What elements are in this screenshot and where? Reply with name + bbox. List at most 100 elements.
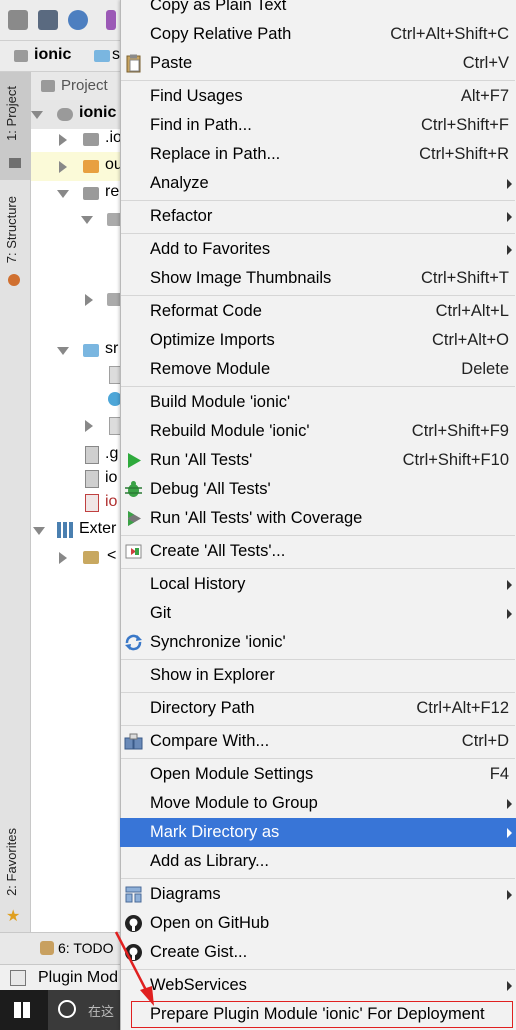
menu-item-label: Build Module 'ionic' <box>150 393 291 411</box>
menu-separator <box>121 725 515 726</box>
menu-item-shortcut: Ctrl+Alt+F12 <box>416 699 509 717</box>
project-tab-label[interactable]: Project <box>61 77 108 94</box>
folder-icon[interactable] <box>8 10 28 30</box>
menu-item-label: Diagrams <box>150 885 221 903</box>
expand-arrow-icon[interactable] <box>33 527 45 535</box>
menu-item-git[interactable]: Git <box>120 599 516 628</box>
menu-separator <box>121 758 515 759</box>
collapse-arrow-icon[interactable] <box>59 552 67 564</box>
menu-item-copy-as-plain-text[interactable]: Copy as Plain Text <box>120 0 516 20</box>
plugin-status-text: Plugin Mod <box>38 969 119 986</box>
menu-item-create-all-tests[interactable]: Create 'All Tests'... <box>120 537 516 566</box>
collapse-arrow-icon[interactable] <box>85 294 93 306</box>
menu-item-debug-all-tests[interactable]: Debug 'All Tests' <box>120 475 516 504</box>
menu-item-find-in-path[interactable]: Find in Path... Ctrl+Shift+F <box>120 111 516 140</box>
menu-item-move-module-to-group[interactable]: Move Module to Group <box>120 789 516 818</box>
sync-icon <box>124 633 143 652</box>
toolbar-partial-icon[interactable] <box>106 10 116 30</box>
menu-item-label: Copy as Plain Text <box>150 0 287 14</box>
folder-icon <box>83 160 99 173</box>
tab-structure[interactable]: 7: Structure <box>4 196 19 263</box>
menu-item-optimize-imports[interactable]: Optimize Imports Ctrl+Alt+O <box>120 326 516 355</box>
menu-item-rebuild-module[interactable]: Rebuild Module 'ionic' Ctrl+Shift+F9 <box>120 417 516 446</box>
menu-separator <box>121 386 515 387</box>
save-icon[interactable] <box>38 10 58 30</box>
expand-arrow-icon[interactable] <box>31 111 43 119</box>
sync-icon[interactable] <box>68 10 88 30</box>
menu-item-copy-relative-path[interactable]: Copy Relative Path Ctrl+Alt+Shift+C <box>120 20 516 49</box>
expand-arrow-icon[interactable] <box>57 190 69 198</box>
menu-separator <box>121 295 515 296</box>
menu-item-diagrams[interactable]: Diagrams <box>120 880 516 909</box>
menu-item-add-as-library[interactable]: Add as Library... <box>120 847 516 876</box>
menu-item-replace-in-path[interactable]: Replace in Path... Ctrl+Shift+R <box>120 140 516 169</box>
menu-item-build-module[interactable]: Build Module 'ionic' <box>120 388 516 417</box>
menu-item-reformat-code[interactable]: Reformat Code Ctrl+Alt+L <box>120 297 516 326</box>
run-icon <box>124 451 143 470</box>
menu-item-create-gist[interactable]: Create Gist... <box>120 938 516 967</box>
tab-todo[interactable]: 6: TODO <box>58 940 114 956</box>
file-icon <box>85 470 99 488</box>
menu-item-show-image-thumbnails[interactable]: Show Image Thumbnails Ctrl+Shift+T <box>120 264 516 293</box>
menu-item-open-on-github[interactable]: Open on GitHub <box>120 909 516 938</box>
menu-item-label: Remove Module <box>150 360 271 378</box>
menu-item-shortcut: Ctrl+Shift+F <box>420 116 509 134</box>
menu-item-refactor[interactable]: Refactor <box>120 202 516 231</box>
menu-item-label: Git <box>150 604 172 622</box>
menu-item-shortcut: Ctrl+Alt+L <box>435 302 509 320</box>
expand-arrow-icon[interactable] <box>81 216 93 224</box>
menu-item-find-usages[interactable]: Find Usages Alt+F7 <box>120 82 516 111</box>
menu-item-analyze[interactable]: Analyze <box>120 169 516 198</box>
collapse-arrow-icon[interactable] <box>59 134 67 146</box>
menu-item-label: Paste <box>150 54 193 72</box>
folder-icon <box>83 187 99 200</box>
menu-item-label: Create Gist... <box>150 943 248 961</box>
menu-item-run-all-tests[interactable]: Run 'All Tests' Ctrl+Shift+F10 <box>120 446 516 475</box>
menu-item-directory-path[interactable]: Directory Path Ctrl+Alt+F12 <box>120 694 516 723</box>
compare-icon <box>124 732 143 751</box>
menu-item-mark-directory-as[interactable]: Mark Directory as <box>120 818 516 847</box>
structure-icon <box>8 274 20 286</box>
menu-item-shortcut: Ctrl+Shift+R <box>419 145 509 163</box>
expand-arrow-icon[interactable] <box>57 347 69 355</box>
collapse-arrow-icon[interactable] <box>59 161 67 173</box>
submenu-arrow-icon <box>507 580 512 590</box>
submenu-arrow-icon <box>507 212 512 222</box>
menu-item-remove-module[interactable]: Remove Module Delete <box>120 355 516 384</box>
menu-item-compare-with[interactable]: Compare With... Ctrl+D <box>120 727 516 756</box>
star-icon: ★ <box>6 908 21 925</box>
tree-row[interactable] <box>31 205 123 234</box>
tree-row[interactable]: Exter <box>31 516 121 545</box>
tree-row[interactable]: < <box>31 543 121 572</box>
menu-item-label: Reformat Code <box>150 302 262 320</box>
breadcrumb-next[interactable]: s <box>112 46 120 64</box>
menu-item-label: WebServices <box>150 976 247 994</box>
breadcrumb-root[interactable]: ionic <box>34 46 71 64</box>
menu-item-synchronize[interactable]: Synchronize 'ionic' <box>120 628 516 657</box>
tree-row[interactable] <box>31 285 123 314</box>
menu-item-webservices[interactable]: WebServices <box>120 971 516 1000</box>
tab-project[interactable]: 1: Project <box>4 86 19 141</box>
menu-separator <box>121 568 515 569</box>
menu-item-label: Replace in Path... <box>150 145 281 163</box>
menu-item-add-to-favorites[interactable]: Add to Favorites <box>120 235 516 264</box>
tree-row[interactable]: io <box>31 489 121 518</box>
menu-item-paste[interactable]: Paste Ctrl+V <box>120 49 516 78</box>
tree-row[interactable]: ou <box>31 152 123 181</box>
menu-item-open-module-settings[interactable]: Open Module Settings F4 <box>120 760 516 789</box>
tree-row[interactable]: .io <box>31 125 122 154</box>
menu-separator <box>121 878 515 879</box>
menu-item-shortcut: Ctrl+Alt+O <box>431 331 509 349</box>
module-icon <box>57 108 73 121</box>
menu-item-run-with-coverage[interactable]: Run 'All Tests' with Coverage <box>120 504 516 533</box>
collapse-arrow-icon[interactable] <box>85 420 93 432</box>
menu-item-local-history[interactable]: Local History <box>120 570 516 599</box>
tree-row[interactable]: sr <box>31 336 121 365</box>
project-pane-header: Project <box>31 72 121 101</box>
tab-favorites[interactable]: 2: Favorites <box>4 828 19 896</box>
windows-start-icon[interactable] <box>14 1002 30 1018</box>
tree-row[interactable]: re <box>31 179 121 208</box>
menu-item-show-in-explorer[interactable]: Show in Explorer <box>120 661 516 690</box>
menu-item-label: Move Module to Group <box>150 794 318 812</box>
menu-item-prepare-plugin-deployment[interactable]: Prepare Plugin Module 'ionic' For Deploy… <box>130 1000 514 1029</box>
